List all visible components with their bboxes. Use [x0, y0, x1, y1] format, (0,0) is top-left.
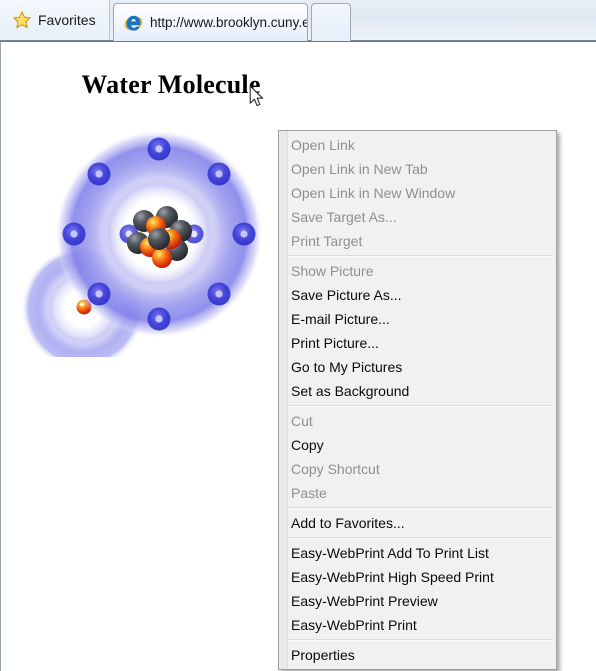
menu-item-print-picture[interactable]: Print Picture...	[279, 331, 556, 355]
new-tab-button[interactable]	[311, 3, 351, 41]
menu-item-easy-webprint-preview[interactable]: Easy-WebPrint Preview	[279, 589, 556, 613]
menu-item-open-link-in-new-window: Open Link in New Window	[291, 185, 456, 201]
browser-tab-bar: Favorites http://www.brooklyn.cuny.edu/b…	[0, 0, 596, 41]
page-content-area: Water Molecule Open Link Open Link in Ne…	[0, 41, 596, 671]
menu-separator	[288, 537, 553, 539]
menu-item-print-target: Print Target	[291, 233, 363, 249]
menu-item-e-mail-picture[interactable]: E-mail Picture...	[279, 307, 556, 331]
menu-separator	[288, 507, 553, 509]
menu-separator	[288, 639, 553, 641]
star-icon	[12, 10, 32, 30]
favorites-button[interactable]: Favorites	[0, 0, 110, 40]
browser-tab-title: http://www.brooklyn.cuny.edu/bc/ahp…	[150, 15, 307, 30]
menu-item-save-target-as: Save Target As...	[291, 209, 397, 225]
internet-explorer-icon	[124, 13, 143, 32]
menu-item-properties[interactable]: Properties	[279, 643, 556, 667]
menu-item-open-link: Open Link	[291, 137, 355, 153]
menu-item-open-link-in-new-tab: Open Link in New Tab	[291, 161, 428, 177]
image-context-menu[interactable]: Open Link Open Link in New Tab Open Link i…	[278, 130, 557, 670]
menu-item-paste: Paste	[291, 485, 327, 501]
menu-item-show-picture: Show Picture	[291, 263, 374, 279]
browser-window: Favorites http://www.brooklyn.cuny.edu/b…	[0, 0, 596, 671]
oxygen-atom	[55, 130, 263, 338]
menu-separator	[288, 255, 553, 257]
menu-item-go-to-my-pictures[interactable]: Go to My Pictures	[279, 355, 556, 379]
browser-tab-active[interactable]: http://www.brooklyn.cuny.edu/bc/ahp…	[113, 3, 308, 41]
menu-item-copy[interactable]: Copy	[279, 433, 556, 457]
menu-item-add-to-favorites[interactable]: Add to Favorites...	[279, 511, 556, 535]
menu-item-set-as-background[interactable]: Set as Background	[279, 379, 556, 403]
menu-separator	[288, 405, 553, 407]
water-molecule-diagram[interactable]	[1, 87, 291, 370]
menu-item-easy-webprint-add-to-print-list[interactable]: Easy-WebPrint Add To Print List	[279, 541, 556, 565]
favorites-label: Favorites	[38, 12, 96, 28]
menu-item-easy-webprint-high-speed-print[interactable]: Easy-WebPrint High Speed Print	[279, 565, 556, 589]
menu-item-copy-shortcut: Copy Shortcut	[291, 461, 380, 477]
menu-item-easy-webprint-print[interactable]: Easy-WebPrint Print	[279, 613, 556, 637]
menu-item-save-picture-as[interactable]: Save Picture As...	[279, 283, 556, 307]
menu-item-cut: Cut	[291, 413, 313, 429]
